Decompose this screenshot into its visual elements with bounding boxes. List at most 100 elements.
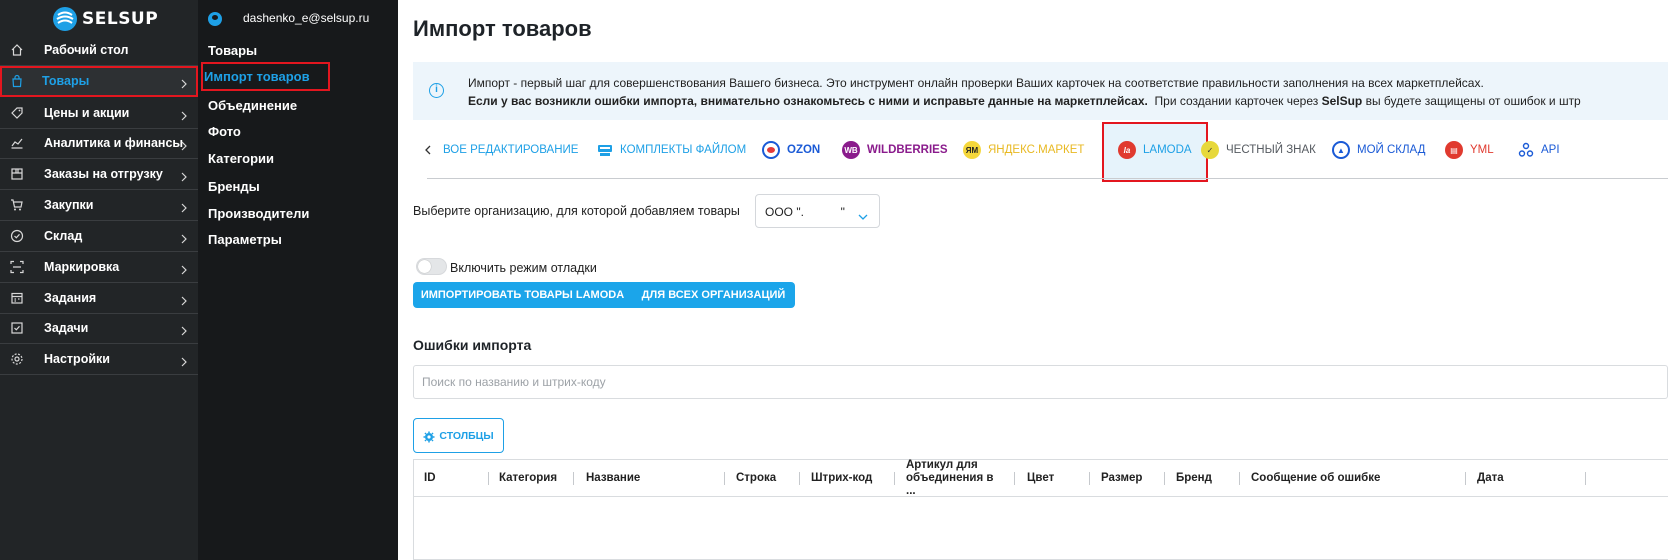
- calendar-icon: [10, 291, 24, 305]
- column-header-barcode[interactable]: Штрих-код: [800, 460, 895, 497]
- lamoda-icon: la: [1118, 141, 1136, 159]
- import-all-orgs-button[interactable]: ДЛЯ ВСЕХ ОРГАНИЗАЦИЙ: [632, 282, 795, 308]
- chevron-right-icon: [180, 323, 188, 336]
- tab-label: YML: [1470, 144, 1494, 156]
- chevron-down-icon: [858, 208, 868, 220]
- info-icon: i: [429, 83, 444, 98]
- submenu-item-brands[interactable]: Бренды: [208, 179, 260, 194]
- column-header-row[interactable]: Строка: [725, 460, 800, 497]
- chevron-right-icon: [180, 231, 188, 244]
- tab-bulk-edit[interactable]: ВОЕ РЕДАКТИРОВАНИЕ: [443, 130, 578, 170]
- submenu-item-categories[interactable]: Категории: [208, 151, 274, 166]
- import-lamoda-button[interactable]: ИМПОРТИРОВАТЬ ТОВАРЫ LAMODA: [413, 282, 632, 308]
- chestny-znak-icon: ✓: [1201, 141, 1219, 159]
- chevron-right-icon: [180, 293, 188, 306]
- sidebar-item-label: Маркировка: [44, 260, 120, 274]
- sidebar-item-tasks[interactable]: Задачи: [0, 313, 198, 344]
- user-icon: [208, 12, 222, 26]
- column-header-date[interactable]: Дата: [1466, 460, 1586, 497]
- info-banner: i Импорт - первый шаг для совершенствова…: [413, 62, 1668, 120]
- org-select-value: ООО ". ": [765, 205, 845, 219]
- tab-label: WILDBERRIES: [867, 144, 948, 156]
- sidebar-item-label: Рабочий стол: [44, 43, 129, 57]
- tab-api[interactable]: API: [1518, 130, 1560, 170]
- submenu-item-parameters[interactable]: Параметры: [208, 232, 282, 247]
- column-header-size[interactable]: Размер: [1090, 460, 1165, 497]
- info-text-rest: При создании карточек через: [1147, 94, 1322, 108]
- file-set-icon: [597, 142, 613, 158]
- sidebar-item-analytics[interactable]: Аналитика и финансы: [0, 128, 198, 159]
- sidebar-item-label: Цены и акции: [44, 106, 130, 120]
- org-select[interactable]: ООО ". ": [755, 194, 880, 228]
- selsup-logo[interactable]: SELSUP: [52, 6, 158, 32]
- tab-ozon[interactable]: OZON: [762, 130, 820, 170]
- checkbox-icon: [10, 321, 24, 335]
- api-icon: [1518, 142, 1534, 158]
- tab-label: МОЙ СКЛАД: [1357, 144, 1426, 156]
- submenu-item-photo[interactable]: Фото: [208, 124, 241, 139]
- selsup-logo-icon: [53, 7, 77, 31]
- column-header-id[interactable]: ID: [414, 460, 489, 497]
- tab-label: ЯНДЕКС.МАРКЕТ: [988, 144, 1085, 156]
- submenu-item-products[interactable]: Товары: [208, 43, 257, 58]
- sidebar-item-label: Товары: [42, 74, 90, 88]
- tab-label: API: [1541, 144, 1560, 156]
- chevron-left-icon[interactable]: [423, 143, 433, 157]
- tab-label: ЧЕСТНЫЙ ЗНАК: [1226, 144, 1316, 156]
- tab-label: LAMODA: [1143, 144, 1192, 156]
- home-icon: [10, 43, 24, 57]
- tab-kits-file[interactable]: КОМПЛЕКТЫ ФАЙЛОМ: [597, 130, 746, 170]
- chart-icon: [10, 136, 24, 150]
- column-header-error-message[interactable]: Сообщение об ошибке: [1240, 460, 1466, 497]
- sidebar-item-products[interactable]: Товары: [0, 66, 198, 97]
- gear-icon: [10, 352, 24, 366]
- tab-lamoda[interactable]: la LAMODA: [1104, 130, 1206, 170]
- sidebar-item-warehouse[interactable]: Склад: [0, 221, 198, 252]
- import-errors-table: ID Категория Название Строка Штрих-код А…: [413, 459, 1668, 560]
- tab-label: OZON: [787, 144, 821, 156]
- chevron-right-icon: [180, 200, 188, 213]
- moy-sklad-icon: ▲: [1332, 141, 1350, 159]
- chevron-right-icon: [180, 169, 188, 182]
- cart-icon: [10, 198, 24, 212]
- tab-chestny-znak[interactable]: ✓ ЧЕСТНЫЙ ЗНАК: [1201, 130, 1316, 170]
- bag-icon: [10, 74, 24, 88]
- sidebar-item-marking[interactable]: Маркировка: [0, 252, 198, 283]
- yml-icon: ▤: [1445, 141, 1463, 159]
- chevron-right-icon: [180, 108, 188, 121]
- check-circle-icon: [10, 229, 24, 243]
- sidebar-item-prices[interactable]: Цены и акции: [0, 98, 198, 129]
- column-header-color[interactable]: Цвет: [1015, 460, 1090, 497]
- debug-mode-label: Включить режим отладки: [450, 261, 597, 275]
- chevron-right-icon: [180, 76, 188, 89]
- column-header-article[interactable]: Артикул для объединения в ...: [895, 459, 1015, 497]
- tab-wildberries[interactable]: WB WILDBERRIES: [842, 130, 948, 170]
- submenu-item-import-products[interactable]: Импорт товаров: [201, 62, 330, 91]
- submenu-item-manufacturers[interactable]: Производители: [208, 206, 309, 221]
- tag-icon: [10, 106, 24, 120]
- sidebar-item-purchases[interactable]: Закупки: [0, 190, 198, 221]
- sidebar: SELSUP Рабочий стол Товары Цены и акции …: [0, 0, 198, 560]
- column-header-name[interactable]: Название: [574, 460, 725, 497]
- tab-moy-sklad[interactable]: ▲ МОЙ СКЛАД: [1332, 130, 1425, 170]
- info-text-line2: Если у вас возникли ошибки импорта, вним…: [468, 94, 1581, 108]
- submenu-item-merge[interactable]: Объединение: [208, 98, 297, 113]
- tab-label: ВОЕ РЕДАКТИРОВАНИЕ: [443, 144, 579, 156]
- sidebar-item-dashboard[interactable]: Рабочий стол: [0, 35, 198, 66]
- column-header-brand[interactable]: Бренд: [1165, 460, 1240, 497]
- sidebar-item-orders[interactable]: Заказы на отгрузку: [0, 159, 198, 190]
- yandex-market-icon: ЯМ: [963, 141, 981, 159]
- tab-yandex-market[interactable]: ЯМ ЯНДЕКС.МАРКЕТ: [963, 130, 1084, 170]
- debug-mode-toggle[interactable]: [416, 258, 447, 275]
- sidebar-item-settings[interactable]: Настройки: [0, 344, 198, 375]
- column-header-category[interactable]: Категория: [489, 460, 574, 497]
- tab-yml[interactable]: ▤ YML: [1445, 130, 1494, 170]
- columns-button[interactable]: СТОЛБЦЫ: [413, 418, 504, 453]
- sidebar-item-label: Склад: [44, 229, 83, 243]
- search-input[interactable]: [413, 365, 1668, 399]
- columns-button-label: СТОЛБЦЫ: [439, 429, 494, 442]
- import-button-group: ИМПОРТИРОВАТЬ ТОВАРЫ LAMODA ДЛЯ ВСЕХ ОРГ…: [413, 282, 795, 308]
- sidebar-item-assignments[interactable]: Задания: [0, 283, 198, 314]
- box-icon: [10, 167, 24, 181]
- brand-name: SELSUP: [82, 9, 159, 29]
